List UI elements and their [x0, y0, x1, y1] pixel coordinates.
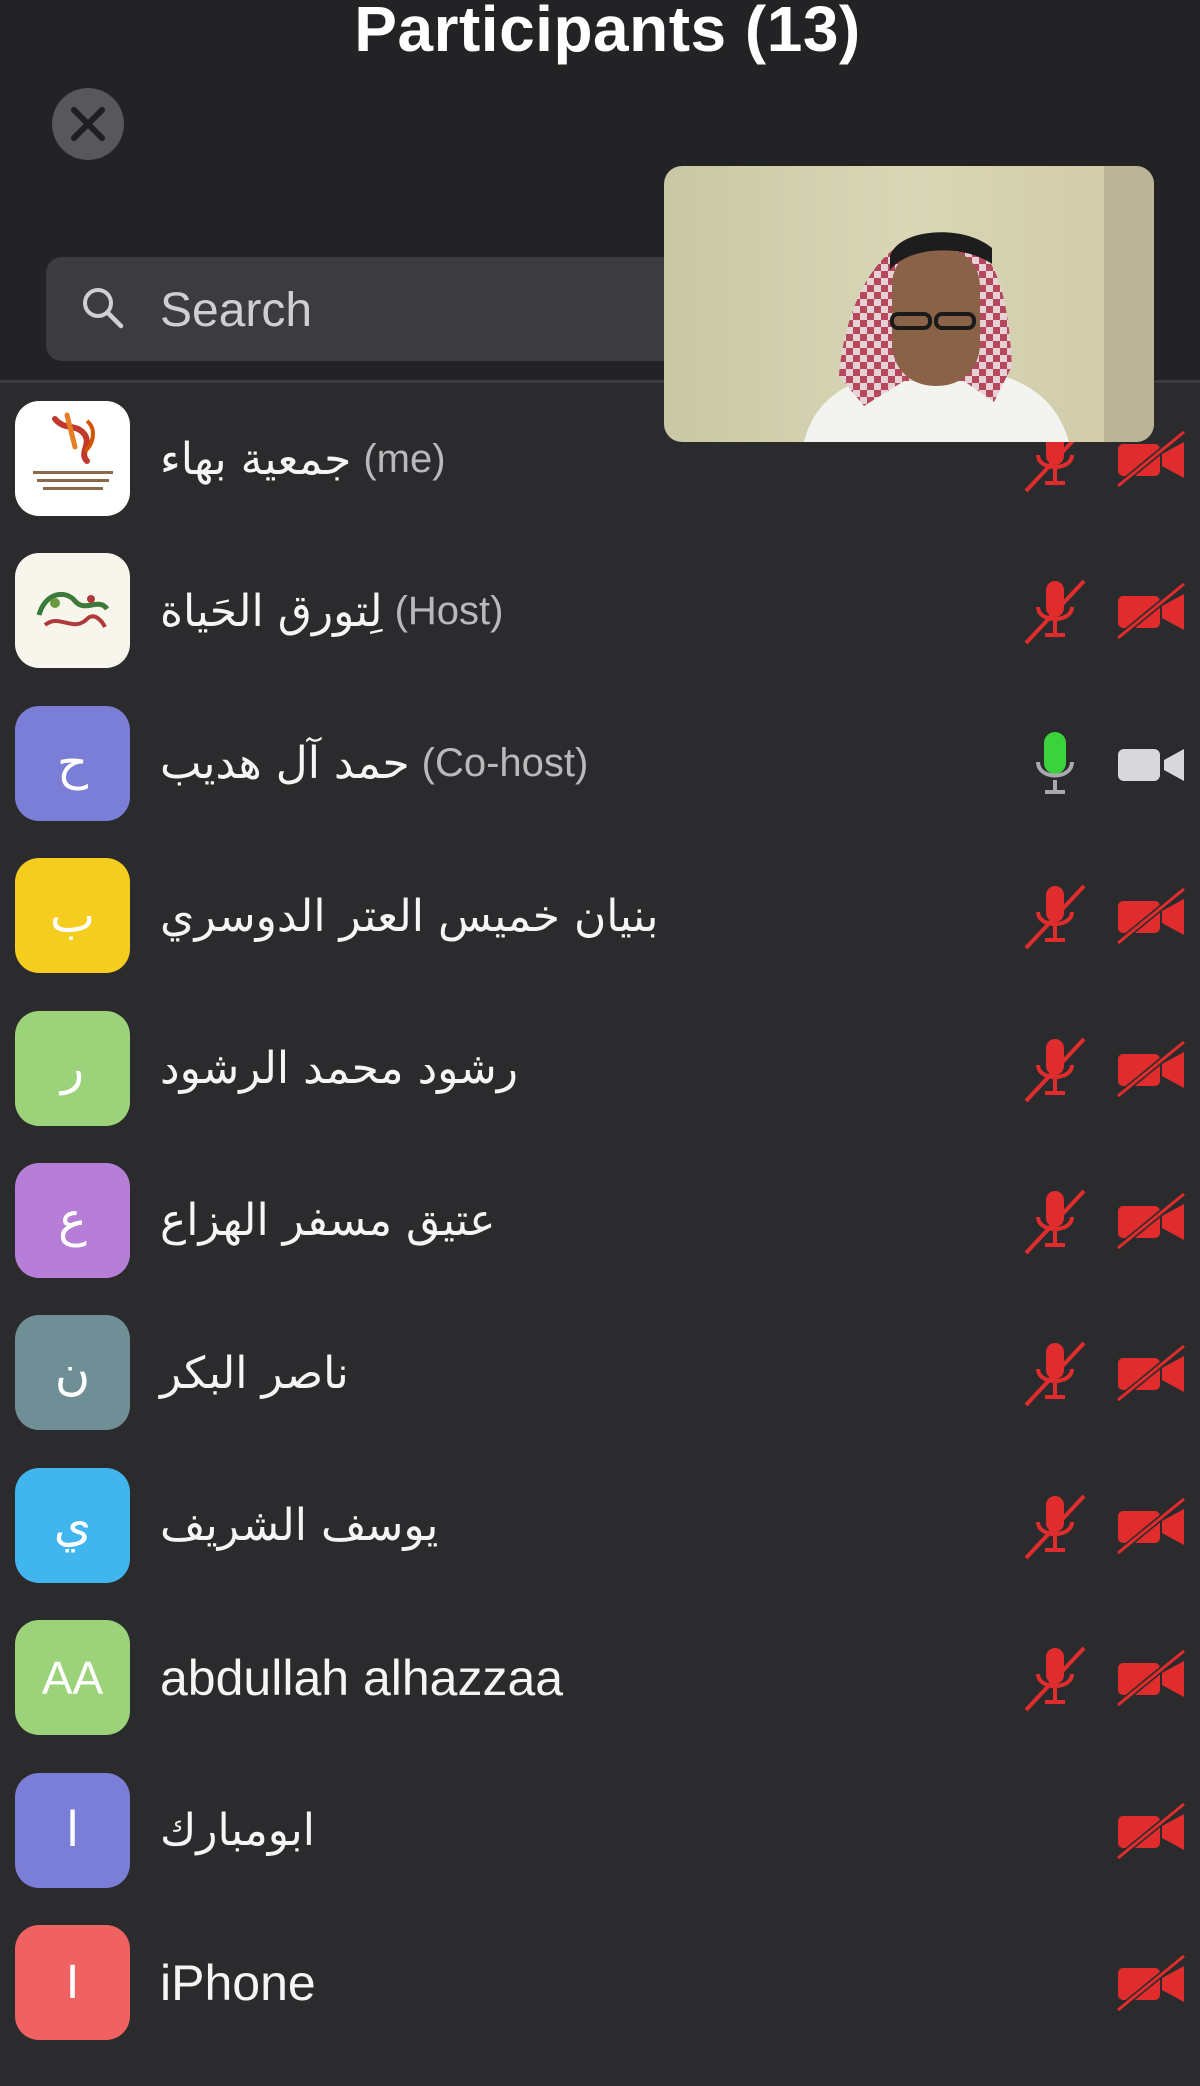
page-title: Participants (13): [354, 0, 861, 65]
avatar: ر: [15, 1010, 130, 1126]
participant-row[interactable]: ع عتيق مسفر الهزاع: [0, 1145, 1200, 1297]
participant-name-text: حمد آل هديب: [160, 738, 410, 790]
participant-name-text: يوسف الشريف: [160, 1500, 439, 1552]
participant-name-text: abdullah alhazzaa: [160, 1650, 564, 1707]
microphone-muted-icon[interactable]: [1020, 1033, 1090, 1108]
participant-name: ناصر البكر: [160, 1297, 349, 1449]
organization-logo-icon: [36, 592, 110, 629]
participant-role: (me): [363, 436, 446, 481]
participant-name: iPhone: [160, 1907, 316, 2059]
camera-off-icon[interactable]: [1114, 885, 1188, 949]
participant-name: رشود محمد الرشود: [160, 993, 518, 1145]
participant-list: جمعية بهاء (me) لِتورق الحَياة (Host) ح …: [0, 383, 1200, 2059]
microphone-muted-icon[interactable]: [1020, 1642, 1090, 1717]
participant-name: ابومبارك: [160, 1755, 315, 1907]
participant-name-text: ناصر البكر: [160, 1347, 349, 1399]
participant-row[interactable]: ب بنيان خميس العتر الدوسري: [0, 840, 1200, 992]
microphone-muted-icon[interactable]: [1020, 575, 1090, 650]
camera-off-icon[interactable]: [1114, 1342, 1188, 1406]
avatar: ن: [15, 1315, 130, 1431]
participant-row[interactable]: ح حمد آل هديب (Co-host): [0, 688, 1200, 840]
search-icon: [83, 288, 124, 329]
participant-name: بنيان خميس العتر الدوسري: [160, 840, 658, 992]
participant-row[interactable]: لِتورق الحَياة (Host): [0, 535, 1200, 687]
camera-off-icon[interactable]: [1114, 1952, 1188, 2016]
close-icon: [71, 107, 105, 141]
avatar: [15, 401, 130, 516]
avatar: ع: [15, 1162, 130, 1278]
participant-name: عتيق مسفر الهزاع: [160, 1145, 496, 1297]
microphone-muted-icon[interactable]: [1020, 1490, 1090, 1565]
participant-name-text: بنيان خميس العتر الدوسري: [160, 890, 659, 942]
avatar: ا: [15, 1772, 130, 1888]
participant-row[interactable]: ي يوسف الشريف: [0, 1450, 1200, 1602]
participant-name: جمعية بهاء (me): [160, 383, 446, 535]
microphone-muted-icon[interactable]: [1020, 1337, 1090, 1412]
camera-off-icon[interactable]: [1114, 1190, 1188, 1254]
participant-row[interactable]: I iPhone: [0, 1907, 1200, 2059]
participant-name: حمد آل هديب (Co-host): [160, 688, 588, 840]
organization-logo-icon: [33, 412, 113, 490]
microphone-muted-icon[interactable]: [1020, 880, 1090, 955]
participant-name-text: رشود محمد الرشود: [160, 1043, 519, 1095]
participant-name-text: iPhone: [160, 1954, 316, 2011]
avatar: ب: [15, 858, 130, 974]
camera-on-icon[interactable]: [1114, 733, 1188, 797]
participant-name: abdullah alhazzaa: [160, 1602, 563, 1754]
camera-off-icon[interactable]: [1114, 1800, 1188, 1864]
camera-off-icon[interactable]: [1114, 1647, 1188, 1711]
avatar: ي: [15, 1467, 130, 1583]
camera-off-icon[interactable]: [1114, 580, 1188, 644]
close-button[interactable]: [52, 88, 124, 160]
microphone-active-icon[interactable]: [1020, 728, 1090, 803]
participant-name-text: عتيق مسفر الهزاع: [160, 1195, 496, 1247]
participant-row[interactable]: ر رشود محمد الرشود: [0, 993, 1200, 1145]
participant-row[interactable]: ا ابومبارك: [0, 1755, 1200, 1907]
avatar: AA: [15, 1620, 130, 1736]
camera-off-icon[interactable]: [1114, 1495, 1188, 1559]
self-video-thumbnail[interactable]: [664, 166, 1154, 442]
avatar: ح: [15, 705, 130, 821]
participant-row[interactable]: ن ناصر البكر: [0, 1297, 1200, 1449]
participant-name: يوسف الشريف: [160, 1450, 438, 1602]
microphone-muted-icon[interactable]: [1020, 1185, 1090, 1260]
participant-row[interactable]: AA abdullah alhazzaa: [0, 1602, 1200, 1754]
participant-name-text: جمعية بهاء: [160, 433, 352, 485]
participant-name-text: ابومبارك: [160, 1805, 315, 1857]
participant-name: لِتورق الحَياة (Host): [160, 535, 503, 687]
participant-role: (Host): [394, 588, 504, 633]
camera-off-icon[interactable]: [1114, 1038, 1188, 1102]
avatar: [15, 553, 130, 669]
participant-role: (Co-host): [421, 741, 589, 786]
participant-name-text: لِتورق الحَياة: [160, 585, 383, 637]
search-input[interactable]: [160, 275, 660, 345]
avatar: I: [15, 1924, 130, 2040]
